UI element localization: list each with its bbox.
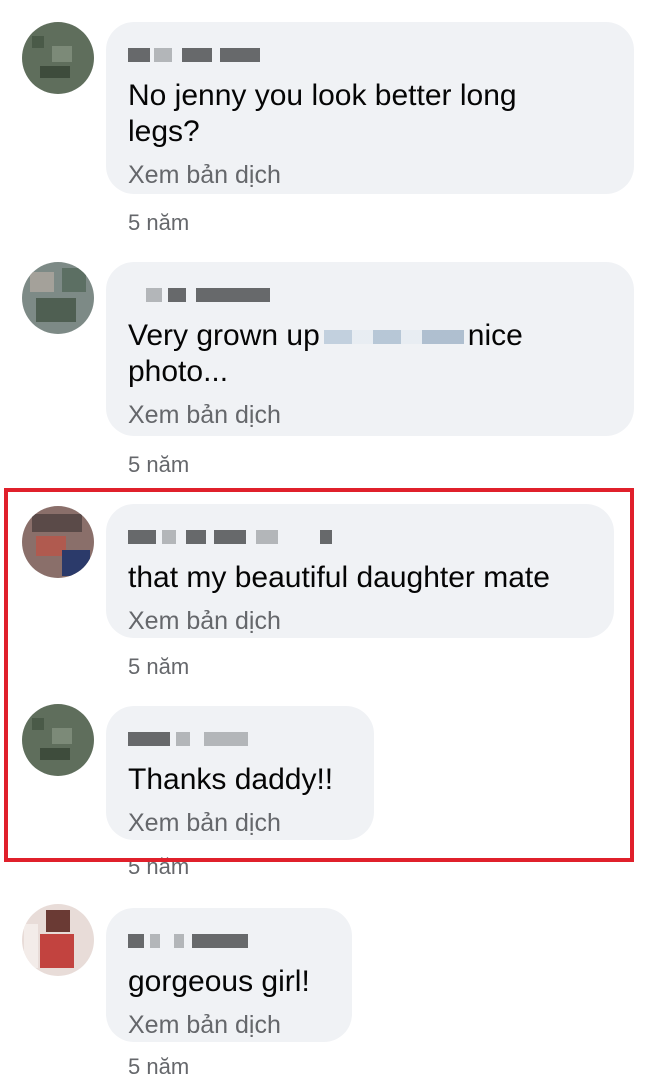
author-name-redacted[interactable] bbox=[128, 44, 614, 68]
see-translation-link[interactable]: Xem bản dịch bbox=[128, 1010, 332, 1040]
avatar[interactable] bbox=[22, 704, 94, 776]
comment-text: that my beautiful daughter mate bbox=[128, 561, 550, 594]
comment-bubble: Thanks daddy!! Xem bản dịch bbox=[106, 706, 374, 840]
see-translation-link[interactable]: Xem bản dịch bbox=[128, 808, 354, 838]
comment-timestamp[interactable]: 5 năm bbox=[128, 1054, 189, 1080]
comment-bubble: that my beautiful daughter mate Xem bản … bbox=[106, 504, 614, 638]
see-translation-link[interactable]: Xem bản dịch bbox=[128, 400, 614, 430]
avatar[interactable] bbox=[22, 904, 94, 976]
redacted-name-inline bbox=[323, 330, 464, 345]
comment-bubble: Very grown up nice photo... Xem bản dịch bbox=[106, 262, 634, 436]
avatar[interactable] bbox=[22, 506, 94, 578]
comment-bubble: No jenny you look better long legs? Xem … bbox=[106, 22, 634, 194]
comment-text: Very grown up nice photo... bbox=[128, 318, 614, 390]
author-name-redacted[interactable] bbox=[128, 728, 354, 752]
avatar[interactable] bbox=[22, 22, 94, 94]
avatar[interactable] bbox=[22, 262, 94, 334]
comment-text: gorgeous girl! bbox=[128, 965, 310, 998]
author-name-redacted[interactable] bbox=[128, 930, 332, 954]
comment-timestamp[interactable]: 5 năm bbox=[128, 854, 189, 880]
comment-timestamp[interactable]: 5 năm bbox=[128, 210, 189, 236]
comment-text-before: Very grown up bbox=[128, 319, 320, 352]
author-name-redacted[interactable] bbox=[128, 526, 594, 550]
see-translation-link[interactable]: Xem bản dịch bbox=[128, 160, 614, 190]
see-translation-link[interactable]: Xem bản dịch bbox=[128, 606, 594, 636]
comment-text: Thanks daddy!! bbox=[128, 763, 334, 796]
comment-timestamp[interactable]: 5 năm bbox=[128, 654, 189, 680]
comment-text: No jenny you look better long legs? bbox=[128, 79, 517, 148]
author-name-redacted[interactable] bbox=[128, 284, 614, 308]
comment-bubble: gorgeous girl! Xem bản dịch bbox=[106, 908, 352, 1042]
comment-timestamp[interactable]: 5 năm bbox=[128, 452, 189, 478]
